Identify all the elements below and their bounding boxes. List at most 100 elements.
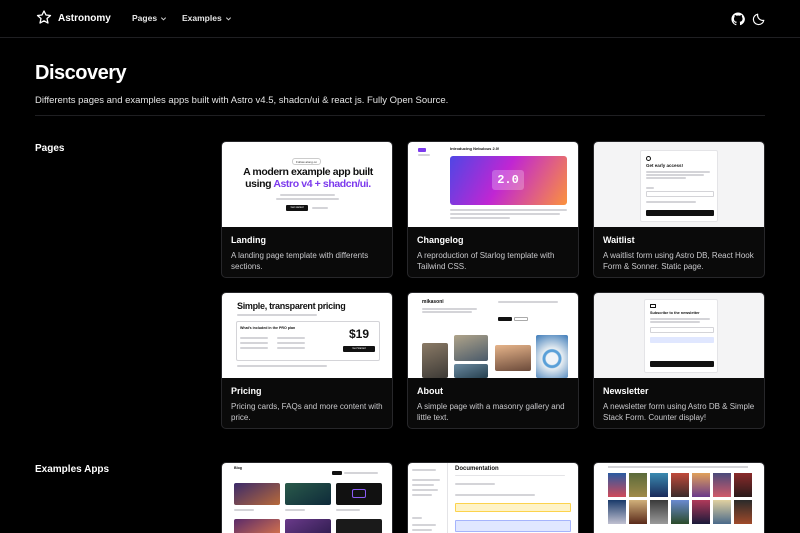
blog-post-cover <box>336 519 382 533</box>
tab-active <box>332 471 342 475</box>
waitlist-heading: Get early access! <box>646 163 684 168</box>
text-line <box>312 207 328 209</box>
sparkle-icon <box>646 156 651 161</box>
subscribe-button <box>650 361 714 367</box>
text-line <box>277 342 305 344</box>
brand-link[interactable]: Astronomy <box>36 10 111 26</box>
changelog-thumbnail: Introducing Nebulous 2.0! 2.0 <box>408 142 578 227</box>
text-line <box>646 171 710 173</box>
landing-headline-accent: Astro v4 + shadcn/ui. <box>273 178 371 190</box>
card-pricing[interactable]: Simple, transparent pricing What's inclu… <box>221 292 393 429</box>
chevron-down-icon <box>225 16 231 21</box>
pricing-price: $19 <box>349 327 370 341</box>
newsletter-thumbnail: Subscribe to the newsletter <box>594 293 764 378</box>
text-line <box>450 217 510 219</box>
text-line <box>277 347 305 349</box>
docs-heading: Documentation <box>455 466 499 472</box>
changelog-banner: 2.0 <box>450 156 567 205</box>
counter-info <box>650 337 714 343</box>
info-callout <box>455 520 571 532</box>
blog-post-cover <box>285 519 331 533</box>
changelog-heading: Introducing Nebulous 2.0! <box>450 146 500 151</box>
text-line <box>280 194 335 196</box>
nav-pages[interactable]: Pages <box>132 13 167 23</box>
nav-pages-label: Pages <box>132 13 158 23</box>
card-title: Pricing <box>231 386 262 396</box>
pricing-plan-title: What's included in the PRO plan <box>240 326 296 330</box>
text-line <box>455 483 495 485</box>
waitlist-form-card: Get early access! <box>640 150 718 222</box>
blog-post-cover <box>285 483 331 505</box>
gallery-thumbnail <box>594 463 764 533</box>
blog-post-cover <box>234 483 280 505</box>
tab-list <box>344 472 378 474</box>
card-newsletter[interactable]: Subscribe to the newsletter Newsletter A… <box>593 292 765 429</box>
text-line <box>237 365 327 367</box>
card-waitlist[interactable]: Get early access! Waitlist A waitlist fo… <box>593 141 765 278</box>
card-about[interactable]: mikasoni About A simple page with a maso… <box>407 292 579 429</box>
text-line <box>276 198 339 200</box>
github-icon[interactable] <box>731 12 745 26</box>
pricing-plan-card: What's included in the PRO plan $19 Get … <box>236 321 380 361</box>
text-line <box>285 509 305 511</box>
landing-badge: Follow along on <box>292 158 322 165</box>
submit-button <box>646 210 714 216</box>
pricing-get-started-button: Get Started <box>343 346 375 352</box>
card-example-gallery[interactable] <box>593 462 765 533</box>
pricing-thumbnail: Simple, transparent pricing What's inclu… <box>222 293 392 378</box>
card-example-blog[interactable]: Blog <box>221 462 393 533</box>
text-line <box>450 209 567 211</box>
mail-icon <box>650 304 656 308</box>
text-line <box>234 509 254 511</box>
text-line <box>422 311 472 313</box>
text-line <box>650 318 710 320</box>
card-landing[interactable]: Follow along on A modern example app bui… <box>221 141 393 278</box>
card-title: Newsletter <box>603 386 649 396</box>
text-line <box>650 321 700 323</box>
card-title: About <box>417 386 443 396</box>
section-label-examples: Examples Apps <box>35 464 110 475</box>
text-line <box>240 342 268 344</box>
secondary-button <box>514 317 528 321</box>
card-description: A reproduction of Starlog template with … <box>417 251 555 271</box>
landing-thumbnail: Follow along on A modern example app bui… <box>222 142 392 227</box>
email-input <box>650 327 714 333</box>
text-line <box>240 337 268 339</box>
card-title: Landing <box>231 235 266 245</box>
changelog-version: 2.0 <box>492 170 524 190</box>
text-line <box>450 213 560 215</box>
nav-examples[interactable]: Examples <box>182 13 232 23</box>
page-subtitle: Differents pages and examples apps built… <box>35 95 449 106</box>
gallery-photo <box>536 335 568 378</box>
nav-links <box>498 301 558 303</box>
card-description: Pricing cards, FAQs and more content wit… <box>231 402 383 422</box>
text-line <box>277 337 305 339</box>
waitlist-thumbnail: Get early access! <box>594 142 764 227</box>
about-logo: mikasoni <box>422 299 444 305</box>
gallery-photo <box>454 335 488 361</box>
email-input <box>646 191 714 197</box>
text-line <box>418 154 430 156</box>
docs-thumbnail: Documentation <box>408 463 578 533</box>
text-line <box>336 509 360 511</box>
moon-icon[interactable] <box>752 12 766 26</box>
divider <box>455 475 565 476</box>
text-line <box>455 494 535 496</box>
card-title: Waitlist <box>603 235 635 245</box>
text-line <box>608 466 748 468</box>
card-description: A waitlist form using Astro DB, React Ho… <box>603 251 754 271</box>
nav-examples-label: Examples <box>182 13 222 23</box>
newsletter-form-card: Subscribe to the newsletter <box>644 299 718 373</box>
landing-headline: A modern example app built <box>243 166 373 178</box>
blog-post-cover <box>336 483 382 505</box>
pricing-heading: Simple, transparent pricing <box>237 301 346 311</box>
card-changelog[interactable]: Introducing Nebulous 2.0! 2.0 Changelog … <box>407 141 579 278</box>
text-line <box>646 201 696 203</box>
card-title: Changelog <box>417 235 464 245</box>
cta-button <box>498 317 512 321</box>
warning-callout <box>455 503 571 512</box>
blog-post-cover <box>234 519 280 533</box>
blog-thumbnail: Blog <box>222 463 392 533</box>
card-example-docs[interactable]: Documentation <box>407 462 579 533</box>
newsletter-heading: Subscribe to the newsletter <box>650 311 700 315</box>
